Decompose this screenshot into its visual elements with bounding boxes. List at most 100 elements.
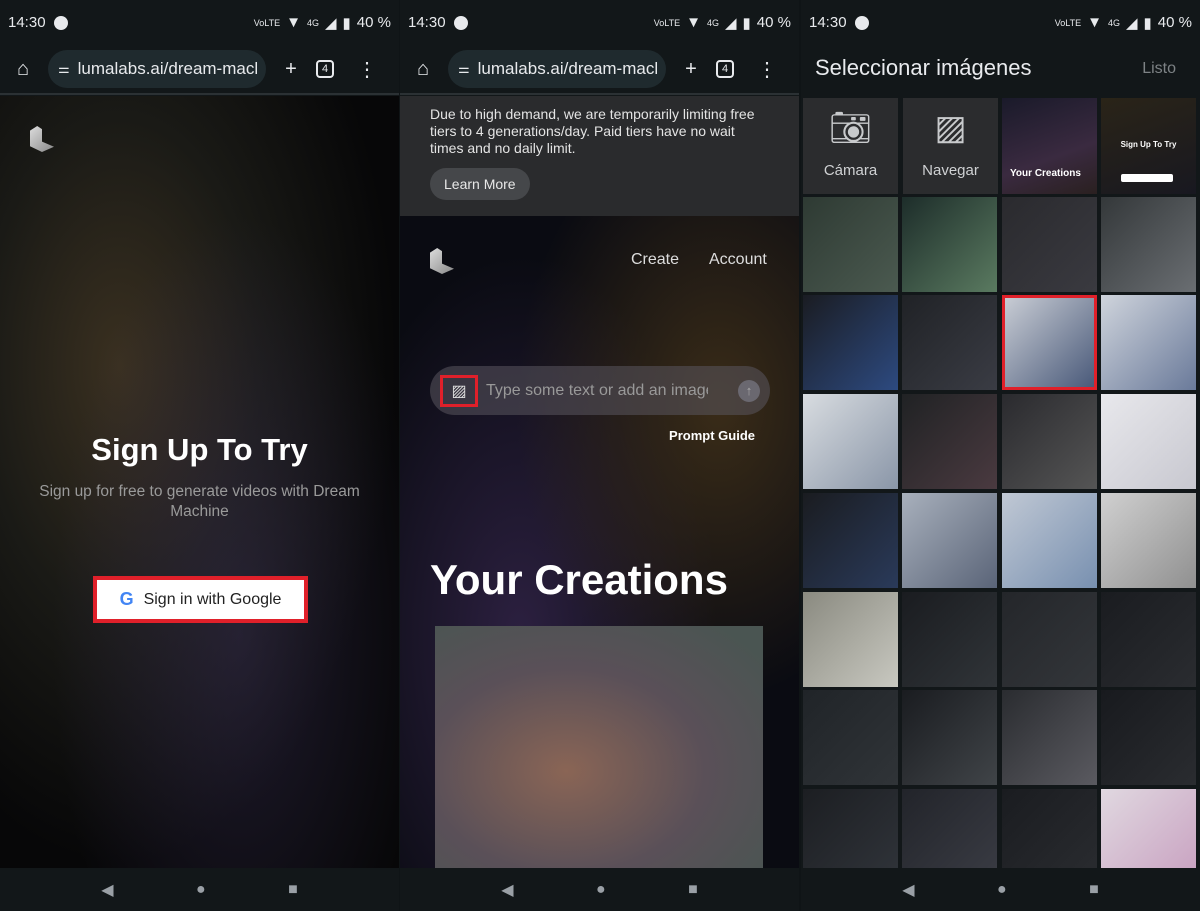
thumbnail[interactable] bbox=[902, 591, 998, 687]
back-icon[interactable]: ◀ bbox=[902, 880, 914, 900]
image-grid: 📷︎ Cámara ▨ Navegar Your Creations Sign … bbox=[803, 98, 1199, 884]
prompt-input[interactable]: ▨ Type some text or add an image ↑ bbox=[430, 366, 770, 415]
thumbnail[interactable] bbox=[1100, 690, 1196, 786]
thumbnail[interactable]: Sign Up To Try bbox=[1101, 98, 1196, 194]
browser-toolbar: ⌂ ⚌ lumalabs.ai/dream-macl + 4 ⋮ bbox=[400, 45, 799, 95]
thumbnail[interactable] bbox=[1100, 591, 1196, 687]
signal-icon: ◢ bbox=[1125, 14, 1138, 32]
google-button-label: Sign in with Google bbox=[143, 590, 282, 608]
thumb-caption: Your Creations bbox=[1010, 168, 1081, 179]
camera-tile[interactable]: 📷︎ Cámara bbox=[803, 98, 898, 194]
home-icon[interactable]: ⌂ bbox=[10, 58, 36, 81]
site-settings-icon[interactable]: ⚌ bbox=[458, 61, 470, 77]
thumbnail[interactable] bbox=[1001, 492, 1097, 588]
thumbnail[interactable] bbox=[803, 196, 898, 292]
recents-icon[interactable]: ■ bbox=[1089, 881, 1099, 899]
thumbnail[interactable] bbox=[1001, 394, 1097, 490]
back-icon[interactable]: ◀ bbox=[501, 880, 513, 900]
camera-icon: 📷︎ bbox=[828, 109, 873, 147]
battery-level: 40 % bbox=[1157, 14, 1192, 31]
phone-image-picker: 14:30 VoLTE ▼ 4G ◢ ▮ 40 % Seleccionar imágene… bbox=[801, 0, 1200, 911]
signal-label: 4G bbox=[1107, 17, 1120, 28]
volte-icon: VoLTE bbox=[653, 17, 681, 28]
tab-switcher-button[interactable]: 4 bbox=[316, 60, 342, 78]
android-nav-bar: ◀ ● ■ bbox=[400, 868, 799, 911]
browse-tile[interactable]: ▨ Navegar bbox=[903, 98, 998, 194]
home-icon[interactable]: ⌂ bbox=[410, 58, 436, 81]
prompt-guide-link[interactable]: Prompt Guide bbox=[669, 428, 755, 443]
notification-icon bbox=[854, 15, 869, 30]
thumbnail[interactable] bbox=[1001, 591, 1097, 687]
thumbnail[interactable] bbox=[902, 295, 998, 391]
nav-create[interactable]: Create bbox=[631, 251, 679, 269]
battery-icon: ▮ bbox=[742, 14, 751, 32]
signal-label: 4G bbox=[306, 17, 319, 28]
signup-page: Sign Up To Try Sign up for free to gener… bbox=[0, 96, 399, 868]
thumbnail[interactable] bbox=[803, 295, 898, 391]
add-image-icon[interactable]: ▨ bbox=[440, 374, 478, 407]
thumbnail[interactable]: Your Creations bbox=[1002, 98, 1097, 194]
thumbnail[interactable] bbox=[803, 394, 898, 490]
creation-thumbnail[interactable] bbox=[435, 626, 763, 868]
sign-in-with-google-button[interactable]: G Sign in with Google bbox=[93, 576, 308, 623]
new-tab-icon[interactable]: + bbox=[278, 58, 304, 81]
home-button-icon[interactable]: ● bbox=[196, 881, 206, 899]
luma-logo[interactable] bbox=[430, 248, 454, 274]
menu-icon[interactable]: ⋮ bbox=[354, 57, 380, 82]
phone-create-screen: 14:30 VoLTE ▼ 4G ◢ ▮ 40 % ⌂ ⚌ lumalabs.ai/drea… bbox=[400, 0, 799, 911]
thumbnail[interactable] bbox=[902, 690, 998, 786]
thumbnail[interactable] bbox=[803, 492, 898, 588]
notification-icon bbox=[53, 15, 68, 30]
thumbnail[interactable] bbox=[902, 492, 998, 588]
selected-thumbnail[interactable] bbox=[1001, 295, 1097, 391]
recents-icon[interactable]: ■ bbox=[288, 881, 298, 899]
status-bar: 14:30 VoLTE ▼ 4G ◢ ▮ 40 % bbox=[801, 0, 1200, 45]
thumbnail[interactable] bbox=[1100, 492, 1196, 588]
camera-label: Cámara bbox=[823, 162, 878, 179]
thumbnail[interactable] bbox=[902, 394, 998, 490]
browse-label: Navegar bbox=[922, 162, 979, 179]
address-bar[interactable]: ⚌ lumalabs.ai/dream-macl bbox=[48, 50, 266, 88]
back-icon[interactable]: ◀ bbox=[101, 880, 113, 900]
home-button-icon[interactable]: ● bbox=[596, 881, 606, 899]
recents-icon[interactable]: ■ bbox=[688, 881, 698, 899]
nav-account[interactable]: Account bbox=[709, 251, 767, 269]
tab-switcher-button[interactable]: 4 bbox=[716, 60, 742, 78]
address-bar[interactable]: ⚌ lumalabs.ai/dream-macl bbox=[448, 50, 666, 88]
create-page: Due to high demand, we are temporarily l… bbox=[400, 96, 799, 868]
url-text: lumalabs.ai/dream-macl bbox=[77, 59, 259, 78]
wifi-icon: ▼ bbox=[286, 14, 301, 31]
thumbnail[interactable] bbox=[902, 196, 998, 292]
thumbnail[interactable] bbox=[1100, 295, 1196, 391]
wifi-icon: ▼ bbox=[686, 14, 701, 31]
submit-arrow-icon[interactable]: ↑ bbox=[738, 379, 760, 402]
battery-icon: ▮ bbox=[1143, 14, 1152, 32]
thumbnail[interactable] bbox=[1001, 196, 1097, 292]
battery-icon: ▮ bbox=[342, 14, 351, 32]
status-bar: 14:30 VoLTE ▼ 4G ◢ ▮ 40 % bbox=[400, 0, 799, 45]
browser-toolbar: ⌂ ⚌ lumalabs.ai/dream-macl + 4 ⋮ bbox=[0, 45, 399, 95]
thumbnail[interactable] bbox=[803, 591, 898, 687]
android-nav-bar: ◀ ● ■ bbox=[0, 868, 399, 911]
thumbnail[interactable] bbox=[803, 690, 898, 786]
signal-icon: ◢ bbox=[724, 14, 737, 32]
google-icon: G bbox=[119, 589, 134, 609]
your-creations-heading: Your Creations bbox=[430, 556, 728, 603]
menu-icon[interactable]: ⋮ bbox=[754, 57, 780, 82]
clock: 14:30 bbox=[809, 14, 847, 31]
rate-limit-banner: Due to high demand, we are temporarily l… bbox=[400, 96, 799, 216]
tab-count: 4 bbox=[716, 60, 734, 78]
clock: 14:30 bbox=[408, 14, 446, 31]
learn-more-button[interactable]: Learn More bbox=[430, 168, 530, 200]
done-button[interactable]: Listo bbox=[1142, 60, 1176, 78]
wifi-icon: ▼ bbox=[1087, 14, 1102, 31]
thumbnail[interactable] bbox=[1100, 196, 1196, 292]
home-button-icon[interactable]: ● bbox=[997, 881, 1007, 899]
thumbnail[interactable] bbox=[1100, 394, 1196, 490]
picker-title: Seleccionar imágenes bbox=[815, 55, 1032, 80]
signup-title: Sign Up To Try bbox=[91, 432, 308, 467]
thumbnail[interactable] bbox=[1001, 690, 1097, 786]
new-tab-icon[interactable]: + bbox=[678, 58, 704, 81]
battery-level: 40 % bbox=[756, 14, 791, 31]
site-settings-icon[interactable]: ⚌ bbox=[58, 61, 70, 77]
